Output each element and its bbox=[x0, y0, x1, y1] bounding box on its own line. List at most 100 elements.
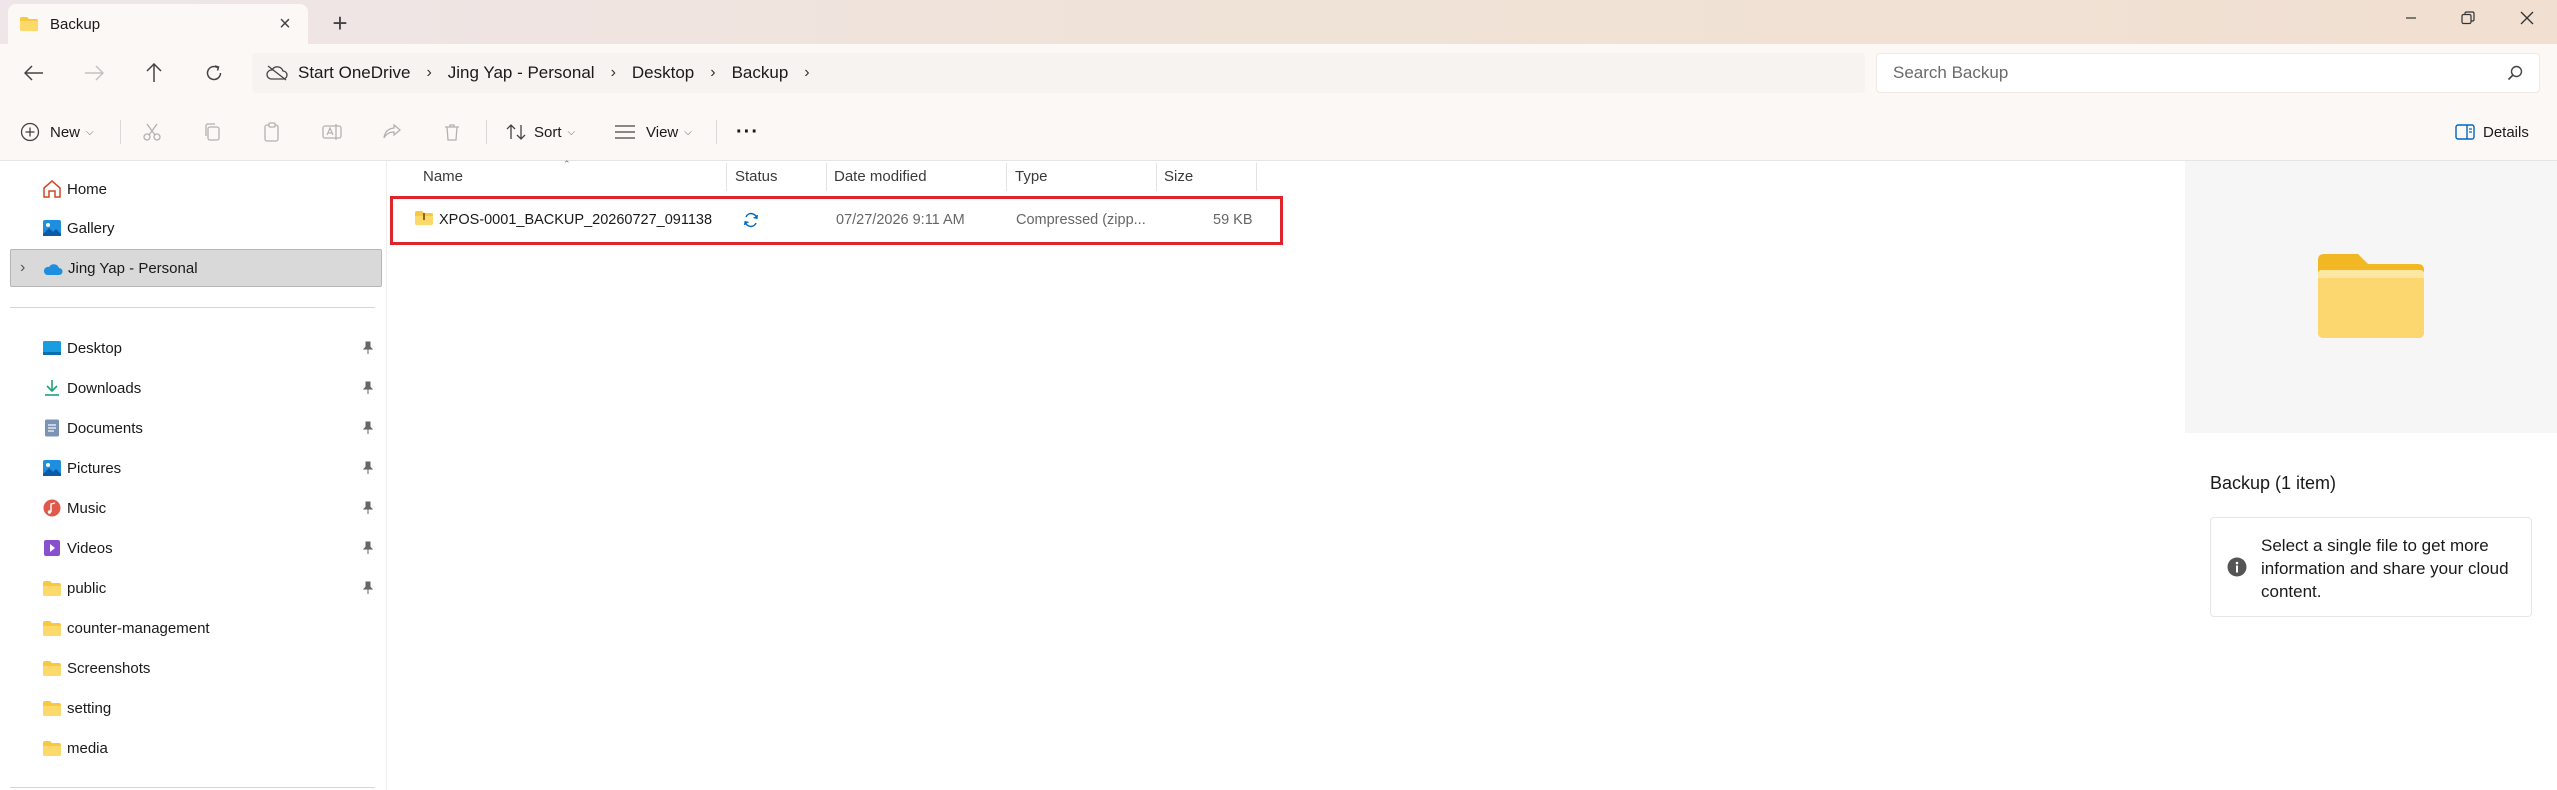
paste-button[interactable] bbox=[262, 117, 282, 147]
sync-icon bbox=[744, 212, 758, 228]
pin-icon[interactable] bbox=[362, 461, 374, 475]
pin-icon[interactable] bbox=[362, 541, 374, 555]
column-divider[interactable] bbox=[826, 163, 827, 191]
column-divider[interactable] bbox=[1156, 163, 1157, 191]
sidebar-item-label: Desktop bbox=[67, 339, 123, 357]
pin-icon[interactable] bbox=[362, 341, 374, 355]
column-divider[interactable] bbox=[1006, 163, 1007, 191]
pin-icon[interactable] bbox=[362, 381, 374, 395]
column-header-size[interactable]: Size bbox=[1164, 161, 1254, 191]
cut-button[interactable] bbox=[142, 117, 162, 147]
table-row[interactable]: XPOS-0001_BACKUP_20260727_091138 07/27/2… bbox=[390, 196, 1283, 245]
chevron-right-icon[interactable]: › bbox=[710, 64, 715, 82]
zip-folder-icon bbox=[415, 211, 433, 225]
pin-icon[interactable] bbox=[362, 501, 374, 515]
restore-icon[interactable] bbox=[2445, 0, 2491, 36]
folder-icon bbox=[43, 741, 61, 756]
home-icon bbox=[43, 180, 61, 198]
copy-button[interactable] bbox=[202, 117, 222, 147]
back-button[interactable] bbox=[18, 57, 50, 89]
chevron-down-icon: ⌵ bbox=[86, 126, 94, 138]
close-tab-icon[interactable]: × bbox=[274, 13, 296, 35]
chevron-right-icon[interactable]: › bbox=[426, 64, 431, 82]
chevron-right-icon[interactable]: › bbox=[20, 259, 25, 277]
sidebar-item-label: Pictures bbox=[67, 459, 122, 477]
copy-icon bbox=[205, 123, 220, 141]
sidebar-item-gallery[interactable]: Gallery bbox=[10, 209, 382, 247]
file-type: Compressed (zipp... bbox=[1016, 212, 1146, 228]
share-button[interactable] bbox=[382, 117, 402, 147]
folder-icon bbox=[43, 621, 61, 636]
paste-icon bbox=[264, 122, 279, 142]
new-tab-button[interactable]: + bbox=[326, 8, 354, 38]
more-options-button[interactable]: ··· bbox=[736, 117, 759, 147]
column-header-name[interactable]: Name bbox=[423, 161, 713, 191]
search-icon[interactable] bbox=[2507, 65, 2523, 81]
divider bbox=[10, 787, 375, 788]
column-header-date-modified[interactable]: Date modified bbox=[834, 161, 1004, 191]
up-button[interactable] bbox=[138, 57, 170, 89]
sidebar-item-desktop[interactable]: Desktop bbox=[10, 329, 382, 367]
refresh-icon bbox=[206, 65, 222, 81]
arrow-right-icon bbox=[85, 65, 104, 81]
new-button[interactable]: New ⌵ bbox=[20, 117, 94, 147]
sidebar-item-videos[interactable]: Videos bbox=[10, 529, 382, 567]
search-placeholder: Search Backup bbox=[1893, 63, 2009, 82]
breadcrumb-start-onedrive[interactable]: Start OneDrive bbox=[298, 63, 410, 83]
column-header-status[interactable]: Status bbox=[735, 161, 825, 191]
sidebar-item-screenshots[interactable]: Screenshots bbox=[10, 649, 382, 687]
folder-icon bbox=[43, 661, 61, 676]
breadcrumb-backup[interactable]: Backup bbox=[732, 63, 789, 83]
sidebar-item-music[interactable]: Music bbox=[10, 489, 382, 527]
gallery-icon bbox=[43, 220, 61, 236]
file-size: 59 KB bbox=[1213, 212, 1253, 228]
divider bbox=[10, 307, 375, 308]
tab-title: Backup bbox=[50, 15, 101, 33]
forward-button[interactable] bbox=[78, 57, 110, 89]
sidebar-item-counter-management[interactable]: counter-management bbox=[10, 609, 382, 647]
sidebar-item-label: public bbox=[67, 579, 107, 597]
sidebar-item-home[interactable]: Home bbox=[10, 170, 382, 208]
documents-icon bbox=[45, 419, 59, 437]
column-divider[interactable] bbox=[726, 163, 727, 191]
sidebar-item-media[interactable]: media bbox=[10, 729, 382, 767]
sidebar-item-documents[interactable]: Documents bbox=[10, 409, 382, 447]
chevron-right-icon[interactable]: › bbox=[611, 64, 616, 82]
sidebar-item-public[interactable]: public bbox=[10, 569, 382, 607]
info-card: Select a single file to get more informa… bbox=[2210, 517, 2532, 617]
pin-icon[interactable] bbox=[362, 421, 374, 435]
sidebar-item-pictures[interactable]: Pictures bbox=[10, 449, 382, 487]
tab-backup[interactable]: Backup × bbox=[8, 4, 308, 44]
folder-icon bbox=[43, 581, 61, 596]
column-divider[interactable] bbox=[1256, 163, 1257, 191]
chevron-right-icon[interactable]: › bbox=[804, 64, 809, 82]
folder-icon bbox=[43, 701, 61, 716]
close-icon[interactable] bbox=[2504, 0, 2550, 36]
sidebar-item-setting[interactable]: setting bbox=[10, 689, 382, 727]
view-button[interactable]: View ⌵ bbox=[614, 117, 692, 147]
view-label: View bbox=[646, 123, 679, 141]
minimize-icon[interactable] bbox=[2388, 0, 2434, 36]
plus-circle-icon bbox=[20, 122, 40, 142]
music-icon bbox=[43, 499, 61, 517]
address-bar[interactable]: Start OneDrive › Jing Yap - Personal › D… bbox=[252, 53, 1865, 93]
refresh-button[interactable] bbox=[198, 57, 230, 89]
sort-button[interactable]: Sort ⌵ bbox=[506, 117, 575, 147]
column-header-type[interactable]: Type bbox=[1015, 161, 1165, 191]
sidebar-item-downloads[interactable]: Downloads bbox=[10, 369, 382, 407]
details-button[interactable]: Details bbox=[2455, 117, 2529, 147]
rename-icon bbox=[322, 124, 342, 140]
delete-button[interactable] bbox=[442, 117, 462, 147]
title-bar: Backup × + bbox=[0, 0, 2557, 44]
sidebar-item-label: Music bbox=[67, 499, 107, 517]
rename-button[interactable] bbox=[322, 117, 342, 147]
breadcrumb-jing-yap-personal[interactable]: Jing Yap - Personal bbox=[448, 63, 595, 83]
breadcrumb-desktop[interactable]: Desktop bbox=[632, 63, 694, 83]
divider bbox=[486, 120, 487, 144]
info-icon bbox=[2227, 557, 2247, 577]
downloads-icon bbox=[45, 380, 59, 396]
pin-icon[interactable] bbox=[362, 581, 374, 595]
sidebar-item-jing-yap-personal[interactable]: › Jing Yap - Personal bbox=[10, 249, 382, 287]
search-input[interactable]: Search Backup bbox=[1876, 53, 2540, 93]
videos-icon bbox=[44, 540, 60, 556]
